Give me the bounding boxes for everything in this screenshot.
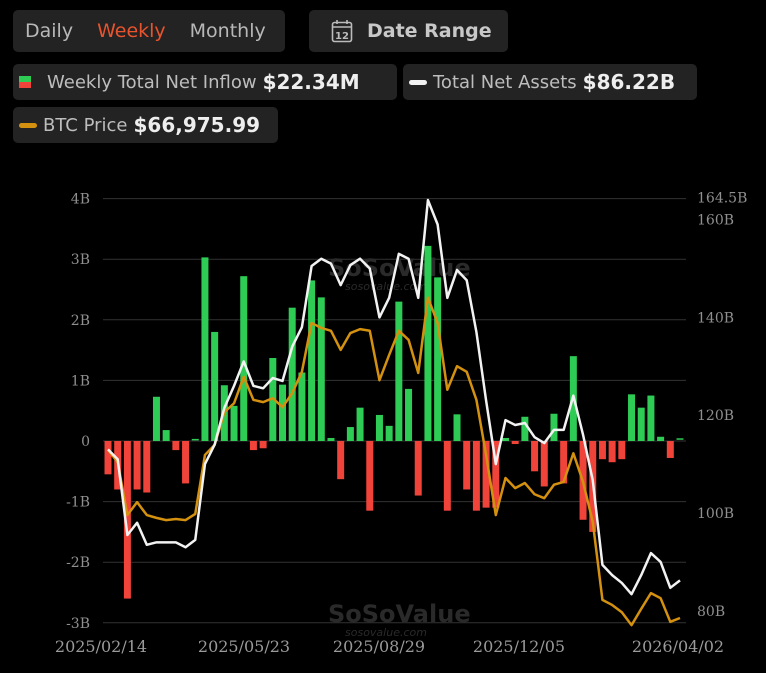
inflow-bar-negative[interactable]: [598, 441, 606, 460]
inflow-bar-positive[interactable]: [434, 277, 442, 441]
right-axis-tick: 160B: [697, 213, 734, 229]
inflow-bar-positive[interactable]: [152, 396, 160, 441]
left-axis-tick: 3B: [71, 252, 90, 268]
inflow-bar-positive[interactable]: [327, 437, 335, 441]
left-axis-tick: 4B: [71, 192, 90, 208]
inflow-bar-negative[interactable]: [472, 441, 480, 511]
inflow-bar-positive[interactable]: [317, 297, 325, 441]
inflow-bar-positive[interactable]: [453, 414, 461, 441]
etf-flow-chart: SoSoValue sosovalue.com SoSoValue sosova…: [55, 191, 747, 656]
right-axis-tick: 120B: [697, 408, 734, 424]
right-axis-tick: 140B: [697, 310, 734, 326]
right-axis-tick: 100B: [697, 506, 734, 522]
inflow-bar-positive[interactable]: [405, 388, 413, 441]
inflow-bar-positive[interactable]: [550, 413, 558, 441]
left-axis-tick: -1B: [66, 495, 90, 511]
inflow-bar-negative[interactable]: [511, 441, 519, 445]
inflow-bar-positive[interactable]: [201, 257, 209, 441]
inflow-bar-positive[interactable]: [211, 331, 219, 441]
inflow-bar-negative[interactable]: [182, 441, 190, 484]
inflow-bar-negative[interactable]: [337, 441, 345, 480]
inflow-bar-positive[interactable]: [279, 384, 287, 441]
left-axis-tick: 0: [81, 434, 90, 450]
inflow-bar-negative[interactable]: [172, 441, 180, 451]
inflow-bar-negative[interactable]: [414, 441, 422, 496]
inflow-bar-positive[interactable]: [240, 276, 248, 441]
left-axis-tick: -2B: [66, 555, 90, 571]
inflow-bar-positive[interactable]: [230, 405, 238, 441]
inflow-bar-positive[interactable]: [288, 307, 296, 441]
inflow-bar-positive[interactable]: [676, 438, 684, 440]
inflow-bar-positive[interactable]: [395, 301, 403, 441]
inflow-bar-positive[interactable]: [657, 436, 665, 441]
inflow-bar-positive[interactable]: [162, 430, 170, 441]
inflow-bar-positive[interactable]: [637, 407, 645, 441]
inflow-bar-negative[interactable]: [366, 441, 374, 511]
inflow-bar-positive[interactable]: [521, 416, 529, 441]
inflow-bar-positive[interactable]: [424, 245, 432, 441]
inflow-bar-negative[interactable]: [531, 441, 539, 472]
inflow-bar-negative[interactable]: [666, 441, 674, 458]
left-axis-tick: 1B: [71, 373, 90, 389]
inflow-bar-positive[interactable]: [628, 394, 636, 441]
svg-text:SoSoValue: SoSoValue: [328, 600, 471, 628]
inflow-bar-positive[interactable]: [385, 425, 393, 441]
inflow-bar-negative[interactable]: [463, 441, 471, 490]
left-axis-tick: 2B: [71, 313, 90, 329]
inflow-bar-positive[interactable]: [356, 407, 364, 441]
x-axis-tick: 2026/04/02: [632, 637, 724, 656]
inflow-bar-positive[interactable]: [298, 372, 306, 441]
inflow-bar-positive[interactable]: [346, 427, 354, 441]
right-axis-tick: 80B: [697, 604, 725, 620]
inflow-bar-positive[interactable]: [191, 438, 199, 441]
inflow-bar-negative[interactable]: [540, 441, 548, 487]
inflow-bar-negative[interactable]: [104, 441, 112, 475]
x-axis-tick: 2025/08/29: [333, 637, 425, 656]
left-axis-tick: -3B: [66, 616, 90, 632]
x-axis-tick: 2025/12/05: [473, 637, 565, 656]
right-axis-tick: 164.5B: [697, 191, 747, 207]
inflow-bar-positive[interactable]: [647, 395, 655, 441]
inflow-bar-negative[interactable]: [608, 441, 616, 463]
inflow-bar-positive[interactable]: [375, 414, 383, 441]
inflow-bar-positive[interactable]: [308, 280, 316, 441]
inflow-bar-positive[interactable]: [501, 437, 509, 441]
inflow-bar-negative[interactable]: [259, 441, 267, 449]
inflow-bar-negative[interactable]: [143, 441, 151, 493]
inflow-bar-negative[interactable]: [618, 441, 626, 460]
inflow-bar-negative[interactable]: [443, 441, 451, 511]
x-axis-tick: 2025/02/14: [55, 637, 147, 656]
inflow-bar-negative[interactable]: [133, 441, 141, 490]
x-axis-tick: 2025/05/23: [198, 637, 290, 656]
inflow-bar-negative[interactable]: [249, 441, 257, 451]
